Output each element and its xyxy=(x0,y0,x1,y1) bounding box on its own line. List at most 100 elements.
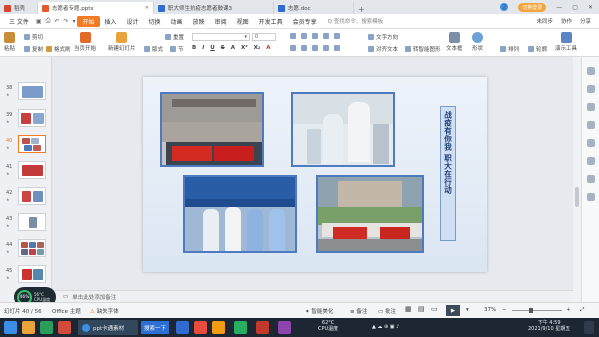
taskbar-task-browser[interactable]: ppt卡通素材 xyxy=(78,320,138,335)
vertical-scrollbar[interactable] xyxy=(573,57,581,302)
menu-transition[interactable]: 切换 xyxy=(144,17,166,26)
smart-beautify[interactable]: ✦ 智能美化 xyxy=(305,307,333,315)
slide-thumbnail[interactable]: 44 ★ xyxy=(0,239,51,261)
photos-icon[interactable] xyxy=(212,321,225,334)
arrange-button[interactable]: 排列 xyxy=(500,45,519,53)
new-slide-button[interactable]: 新建幻灯片 xyxy=(108,32,136,52)
align-right-icon[interactable] xyxy=(312,45,318,51)
align-left-icon[interactable] xyxy=(290,45,296,51)
superscript-button[interactable]: X² xyxy=(241,45,248,51)
sync-status[interactable]: 未同步 xyxy=(536,17,553,25)
close-tab-icon[interactable]: ✕ xyxy=(145,5,149,11)
tray-clock[interactable]: 下午 4:59 2021/9/10 星期五 xyxy=(528,320,570,332)
app-icon[interactable] xyxy=(40,321,53,334)
help-icon[interactable] xyxy=(587,175,595,183)
app-pinned-icon[interactable] xyxy=(278,321,291,334)
slide-thumbnail[interactable]: 38 ★ xyxy=(0,82,51,104)
numbered-list-icon[interactable] xyxy=(301,33,307,39)
notes-bar[interactable]: ▭ 单击此处添加备注 xyxy=(53,290,573,302)
convert-smartart-button[interactable]: 转智能图形 xyxy=(405,45,441,53)
comments-toggle[interactable]: ▭ 批注 xyxy=(378,307,396,315)
menu-slideshow[interactable]: 放映 xyxy=(188,17,210,26)
minimize-icon[interactable]: — xyxy=(556,4,562,11)
zoom-in-icon[interactable]: + xyxy=(566,307,571,313)
notes-toggle[interactable]: ≡ 备注 xyxy=(350,307,367,315)
settings-icon[interactable] xyxy=(587,121,595,129)
presenter-tools-button[interactable]: 演示工具 xyxy=(555,32,577,52)
user-login[interactable]: 切换登录 xyxy=(518,2,547,12)
current-slide[interactable]: 战疫有你我 职大在行动 xyxy=(143,77,487,272)
slide-thumbnail[interactable]: 43 ★ xyxy=(0,213,51,235)
photo-blue-tent[interactable] xyxy=(183,175,297,253)
maximize-icon[interactable]: ▢ xyxy=(572,4,578,11)
menu-file[interactable]: 三 文件 xyxy=(4,17,34,26)
notification-icon[interactable]: 2 xyxy=(500,3,509,11)
subscript-button[interactable]: X₂ xyxy=(254,45,261,51)
photo-group-banner[interactable] xyxy=(316,175,424,253)
menu-design[interactable]: 设计 xyxy=(122,17,144,26)
zoom-slider-handle[interactable] xyxy=(529,308,533,313)
copy-button[interactable]: 复制 xyxy=(24,45,43,53)
underline-button[interactable]: U xyxy=(210,45,214,51)
text-direction-button[interactable]: 文字方向 xyxy=(368,33,398,41)
backup-icon[interactable] xyxy=(587,157,595,165)
shape-button[interactable]: 形状 xyxy=(472,32,483,52)
collaborate-button[interactable]: 协作 xyxy=(561,17,572,25)
section-button[interactable]: 节 xyxy=(170,45,184,53)
more-icon[interactable] xyxy=(587,193,595,201)
save-icon[interactable]: ▣ xyxy=(34,18,44,25)
add-tab-icon[interactable]: + xyxy=(354,5,369,14)
wechat-icon[interactable] xyxy=(234,321,247,334)
animation-icon[interactable] xyxy=(587,103,595,111)
font-size-field[interactable]: 0 xyxy=(252,33,276,41)
bullet-list-icon[interactable] xyxy=(290,33,296,39)
browser-pinned-icon[interactable] xyxy=(176,321,189,334)
notes-placeholder[interactable]: 单击此处添加备注 xyxy=(72,293,116,301)
zoom-out-icon[interactable]: − xyxy=(502,307,507,313)
align-text-button[interactable]: 对齐文本 xyxy=(368,45,398,53)
slide-thumbnail[interactable]: 42 ★ xyxy=(0,187,51,209)
justify-icon[interactable] xyxy=(323,45,329,51)
menu-insert[interactable]: 插入 xyxy=(100,17,122,26)
share-button[interactable]: 分享 xyxy=(580,17,591,25)
tab-file3[interactable]: 志愿.doc xyxy=(274,2,354,14)
zoom-slider[interactable] xyxy=(512,310,562,311)
sorter-view-icon[interactable]: ▤ xyxy=(418,305,425,313)
redo-icon[interactable]: ↷ xyxy=(61,18,70,25)
format-painter-button[interactable]: 格式刷 xyxy=(46,45,71,53)
normal-view-icon[interactable]: ▦ xyxy=(405,305,412,313)
tab-home[interactable]: 稻壳 xyxy=(0,2,38,14)
zoom-level[interactable]: 37% xyxy=(484,307,496,313)
slide-thumbnail[interactable]: 45 ★ xyxy=(0,265,51,287)
slide-canvas[interactable]: 战疫有你我 职大在行动 xyxy=(53,57,573,302)
distribute-icon[interactable] xyxy=(334,45,340,51)
taskbar-search-button[interactable]: 搜索一下 xyxy=(141,321,169,334)
menu-animation[interactable]: 动画 xyxy=(166,17,188,26)
line-spacing-icon[interactable] xyxy=(334,33,340,39)
cut-button[interactable]: 剪切 xyxy=(24,33,43,41)
undo-icon[interactable]: ↶ xyxy=(52,18,61,25)
design-icon[interactable] xyxy=(587,85,595,93)
select-icon[interactable] xyxy=(587,139,595,147)
tab-active-file[interactable]: 志愿者专题.pptx ✕ xyxy=(38,2,154,14)
video-icon[interactable] xyxy=(194,321,207,334)
font-color-button[interactable]: A xyxy=(231,45,235,51)
menu-view[interactable]: 视图 xyxy=(232,17,254,26)
property-icon[interactable] xyxy=(587,67,595,75)
strikethrough-button[interactable]: S xyxy=(221,45,225,51)
fit-window-icon[interactable]: ⤢ xyxy=(580,307,584,314)
wps-taskbar-icon[interactable] xyxy=(58,321,71,334)
wps-office-icon[interactable] xyxy=(256,321,269,334)
text-box-button[interactable]: 文本框 xyxy=(446,32,463,52)
outline-button[interactable]: 轮廓 xyxy=(528,45,547,53)
close-window-icon[interactable]: ✕ xyxy=(588,4,593,11)
italic-button[interactable]: I xyxy=(202,45,204,51)
tab-file2[interactable]: 职大师生抗疫志愿者鼓课3 xyxy=(154,2,274,14)
slide-thumbnail[interactable]: 39 ★ xyxy=(0,109,51,131)
zoom-dropdown-icon[interactable]: ▾ xyxy=(466,307,469,313)
slide-thumbnail-active[interactable]: 40 ★ xyxy=(0,135,51,157)
indent-decrease-icon[interactable] xyxy=(312,33,318,39)
notification-center-icon[interactable] xyxy=(584,321,594,334)
bold-button[interactable]: B xyxy=(192,45,196,51)
file-explorer-icon[interactable] xyxy=(22,321,35,334)
